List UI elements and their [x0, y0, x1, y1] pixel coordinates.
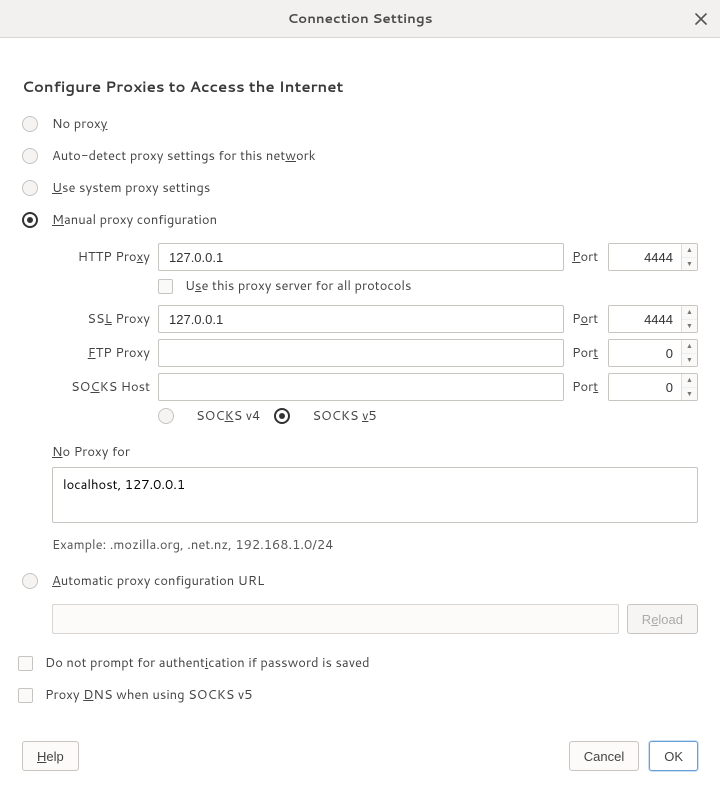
http-proxy-label: HTTP Proxy — [52, 248, 150, 266]
section-heading: Configure Proxies to Access the Internet — [22, 76, 698, 97]
radio-label-auto-detect: Auto-detect proxy settings for this netw… — [52, 147, 316, 165]
ftp-port-input[interactable] — [609, 340, 681, 366]
ssl-port-label: Port — [572, 310, 600, 328]
no-prompt-row[interactable]: Do not prompt for authentication if pass… — [18, 654, 698, 672]
radio-row-no-proxy[interactable]: No proxy — [22, 115, 698, 133]
radio-label-system: Use system proxy settings — [52, 179, 210, 197]
spinner-up-icon[interactable]: ▲ — [682, 306, 697, 320]
ssl-proxy-label: SSL Proxy — [52, 310, 150, 328]
socks-port-spinner[interactable]: ▲ ▼ — [608, 373, 698, 401]
dialog-content: Configure Proxies to Access the Internet… — [0, 38, 720, 704]
dialog-footer: Help Cancel OK — [22, 741, 698, 771]
radio-row-pac[interactable]: Automatic proxy configuration URL — [22, 572, 698, 590]
proxy-dns-row[interactable]: Proxy DNS when using SOCKS v5 — [18, 686, 698, 704]
spinner-down-icon[interactable]: ▼ — [682, 320, 697, 333]
cancel-button[interactable]: Cancel — [569, 741, 639, 771]
http-proxy-input[interactable] — [158, 243, 564, 271]
ssl-port-input[interactable] — [609, 306, 681, 332]
no-proxy-block: No Proxy for localhost, 127.0.0.1 Exampl… — [52, 443, 698, 554]
no-prompt-checkbox[interactable] — [18, 656, 33, 671]
spinner-up-icon[interactable]: ▲ — [682, 340, 697, 354]
radio-label-no-proxy: No proxy — [52, 115, 107, 133]
dialog-title: Connection Settings — [287, 9, 432, 28]
spinner-up-icon[interactable]: ▲ — [682, 244, 697, 258]
socks-version-row: SOCKS v4 SOCKS v5 — [158, 407, 698, 425]
socks-host-label: SOCKS Host — [52, 378, 150, 396]
http-port-label: Port — [572, 248, 600, 266]
radio-no-proxy[interactable] — [22, 116, 38, 132]
use-all-protocols-checkbox[interactable] — [158, 279, 173, 294]
spinner-down-icon[interactable]: ▼ — [682, 388, 697, 401]
radio-auto-detect[interactable] — [22, 148, 38, 164]
radio-system[interactable] — [22, 180, 38, 196]
radio-socks-v5[interactable] — [274, 408, 290, 424]
use-all-protocols-label: Use this proxy server for all protocols — [185, 277, 411, 295]
radio-row-system[interactable]: Use system proxy settings — [22, 179, 698, 197]
no-prompt-label: Do not prompt for authentication if pass… — [45, 654, 370, 672]
help-button[interactable]: Help — [22, 741, 79, 771]
no-proxy-textarea[interactable]: localhost, 127.0.0.1 — [52, 467, 698, 523]
ftp-port-label: Port — [572, 344, 600, 362]
no-proxy-label: No Proxy for — [52, 443, 698, 461]
socks-v5-label: SOCKS v5 — [312, 407, 376, 425]
titlebar: Connection Settings — [0, 0, 720, 38]
socks-host-input[interactable] — [158, 373, 564, 401]
no-proxy-example: Example: .mozilla.org, .net.nz, 192.168.… — [52, 536, 698, 554]
socks-port-input[interactable] — [609, 374, 681, 400]
proxy-dns-label: Proxy DNS when using SOCKS v5 — [45, 686, 252, 704]
http-proxy-row: HTTP Proxy Port ▲ ▼ — [52, 243, 698, 271]
radio-row-auto-detect[interactable]: Auto-detect proxy settings for this netw… — [22, 147, 698, 165]
radio-label-manual: Manual proxy configuration — [52, 211, 217, 229]
ftp-port-spinner[interactable]: ▲ ▼ — [608, 339, 698, 367]
http-port-input[interactable] — [609, 244, 681, 270]
proxy-dns-checkbox[interactable] — [18, 688, 33, 703]
ftp-proxy-input[interactable] — [158, 339, 564, 367]
socks-host-row: SOCKS Host Port ▲ ▼ — [52, 373, 698, 401]
close-icon[interactable] — [690, 8, 712, 30]
pac-url-input[interactable] — [52, 604, 619, 634]
radio-socks-v4[interactable] — [158, 408, 174, 424]
socks-v4-label: SOCKS v4 — [196, 407, 260, 425]
ok-button[interactable]: OK — [649, 741, 698, 771]
spinner-up-icon[interactable]: ▲ — [682, 374, 697, 388]
http-port-spinner[interactable]: ▲ ▼ — [608, 243, 698, 271]
radio-pac[interactable] — [22, 573, 38, 589]
ftp-proxy-label: FTP Proxy — [52, 344, 150, 362]
pac-row: Reload — [52, 604, 698, 634]
proxy-form: HTTP Proxy Port ▲ ▼ Use this proxy serve… — [52, 243, 698, 425]
ftp-proxy-row: FTP Proxy Port ▲ ▼ — [52, 339, 698, 367]
spinner-down-icon[interactable]: ▼ — [682, 258, 697, 271]
use-all-protocols-row[interactable]: Use this proxy server for all protocols — [158, 277, 698, 295]
ssl-proxy-row: SSL Proxy Port ▲ ▼ — [52, 305, 698, 333]
socks-port-label: Port — [572, 378, 600, 396]
spinner-down-icon[interactable]: ▼ — [682, 354, 697, 367]
radio-row-manual[interactable]: Manual proxy configuration — [22, 211, 698, 229]
ssl-port-spinner[interactable]: ▲ ▼ — [608, 305, 698, 333]
radio-label-pac: Automatic proxy configuration URL — [52, 572, 264, 590]
reload-button[interactable]: Reload — [627, 604, 698, 634]
ssl-proxy-input[interactable] — [158, 305, 564, 333]
radio-manual[interactable] — [22, 212, 38, 228]
